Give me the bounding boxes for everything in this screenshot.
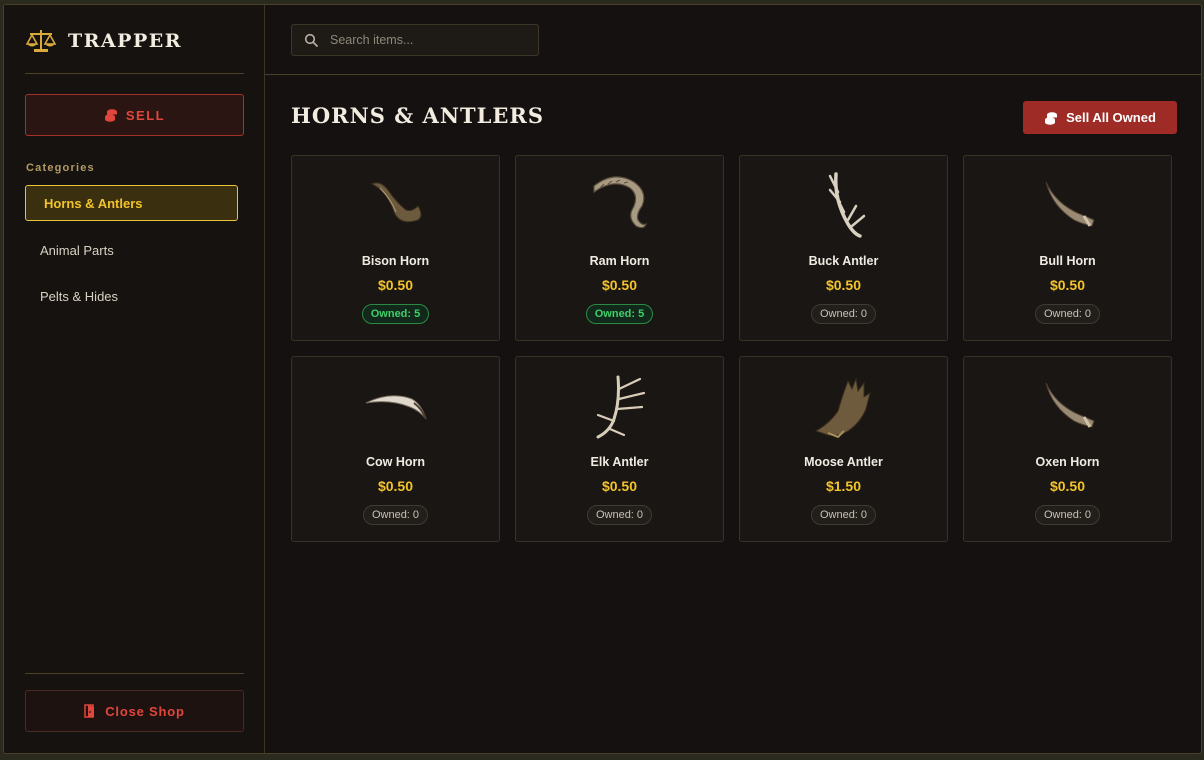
sidebar: TRAPPER SELL Categories Horns & Antlers … (4, 5, 265, 753)
owned-badge: Owned: 0 (810, 304, 877, 324)
close-shop-label: Close Shop (105, 703, 185, 719)
brand-title: TRAPPER (68, 30, 183, 52)
category-label: Pelts & Hides (40, 288, 119, 304)
coins-icon (1045, 111, 1058, 125)
coins-icon (104, 109, 117, 122)
item-price: $0.50 (825, 277, 862, 293)
item-card-elk-antler[interactable]: Elk Antler $0.50 Owned: 0 (515, 356, 724, 542)
scales-icon (26, 30, 56, 52)
item-name: Elk Antler (590, 455, 649, 469)
item-name: Oxen Horn (1035, 455, 1100, 469)
sell-all-owned-label: Sell All Owned (1066, 110, 1156, 125)
item-name: Moose Antler (804, 455, 883, 469)
item-price: $0.50 (377, 478, 414, 494)
buck-antler-icon (828, 172, 865, 238)
item-card-oxen-horn[interactable]: Oxen Horn $0.50 Owned: 0 (963, 356, 1172, 542)
sell-all-owned-button[interactable]: Sell All Owned (1023, 101, 1177, 134)
item-card-bull-horn[interactable]: Bull Horn $0.50 Owned: 0 (963, 155, 1172, 341)
category-label: Horns & Antlers (44, 195, 143, 211)
owned-badge: Owned: 0 (1034, 304, 1101, 324)
category-label: Animal Parts (40, 242, 114, 258)
ram-horn-icon (592, 176, 647, 229)
page-title: HORNS & ANTLERS (291, 103, 545, 128)
item-price: $0.50 (601, 478, 638, 494)
header-divider (265, 74, 1201, 75)
item-price: $0.50 (377, 277, 414, 293)
item-price: $0.50 (1049, 277, 1086, 293)
owned-badge: Owned: 0 (586, 505, 653, 525)
owned-badge: Owned: 0 (810, 505, 877, 525)
item-card-cow-horn[interactable]: Cow Horn $0.50 Owned: 0 (291, 356, 500, 542)
main-panel: HORNS & ANTLERS Sell All Owned Bison Hor… (265, 5, 1201, 753)
item-price: $0.50 (601, 277, 638, 293)
category-horns-antlers[interactable]: Horns & Antlers (25, 185, 238, 221)
item-name: Bull Horn (1039, 254, 1096, 268)
owned-badge: Owned: 5 (361, 304, 430, 324)
owned-badge: Owned: 5 (585, 304, 654, 324)
item-card-bison-horn[interactable]: Bison Horn $0.50 Owned: 5 (291, 155, 500, 341)
category-animal-parts[interactable]: Animal Parts (25, 232, 238, 268)
item-grid: Bison Horn $0.50 Owned: 5 Ram Horn $0.50… (291, 155, 1172, 542)
category-pelts-hides[interactable]: Pelts & Hides (25, 278, 238, 314)
bull-horn-icon (1045, 181, 1095, 227)
sidebar-divider-top (25, 73, 244, 74)
search-box[interactable] (291, 24, 539, 56)
owned-badge: Owned: 0 (362, 505, 429, 525)
categories-heading: Categories (26, 162, 95, 174)
item-name: Buck Antler (808, 254, 879, 268)
door-exit-icon (84, 704, 95, 718)
elk-antler-icon (596, 375, 645, 439)
shop-window: TRAPPER SELL Categories Horns & Antlers … (3, 4, 1202, 754)
brand: TRAPPER (26, 29, 182, 53)
oxen-horn-icon (1045, 382, 1095, 428)
moose-antler-icon (814, 377, 871, 439)
item-name: Ram Horn (589, 254, 650, 268)
item-price: $1.50 (825, 478, 862, 494)
bison-horn-icon (370, 182, 421, 223)
item-price: $0.50 (1049, 478, 1086, 494)
item-name: Cow Horn (365, 455, 426, 469)
close-shop-button[interactable]: Close Shop (25, 690, 244, 732)
sidebar-divider-bottom (25, 673, 244, 674)
cow-horn-icon (365, 395, 427, 420)
sell-button-label: SELL (125, 107, 166, 123)
item-name: Bison Horn (361, 254, 430, 268)
item-card-ram-horn[interactable]: Ram Horn $0.50 Owned: 5 (515, 155, 724, 341)
item-card-buck-antler[interactable]: Buck Antler $0.50 Owned: 0 (739, 155, 948, 341)
search-input[interactable] (328, 32, 522, 48)
sell-button[interactable]: SELL (25, 94, 244, 136)
item-card-moose-antler[interactable]: Moose Antler $1.50 Owned: 0 (739, 356, 948, 542)
search-icon (304, 33, 318, 47)
owned-badge: Owned: 0 (1034, 505, 1101, 525)
